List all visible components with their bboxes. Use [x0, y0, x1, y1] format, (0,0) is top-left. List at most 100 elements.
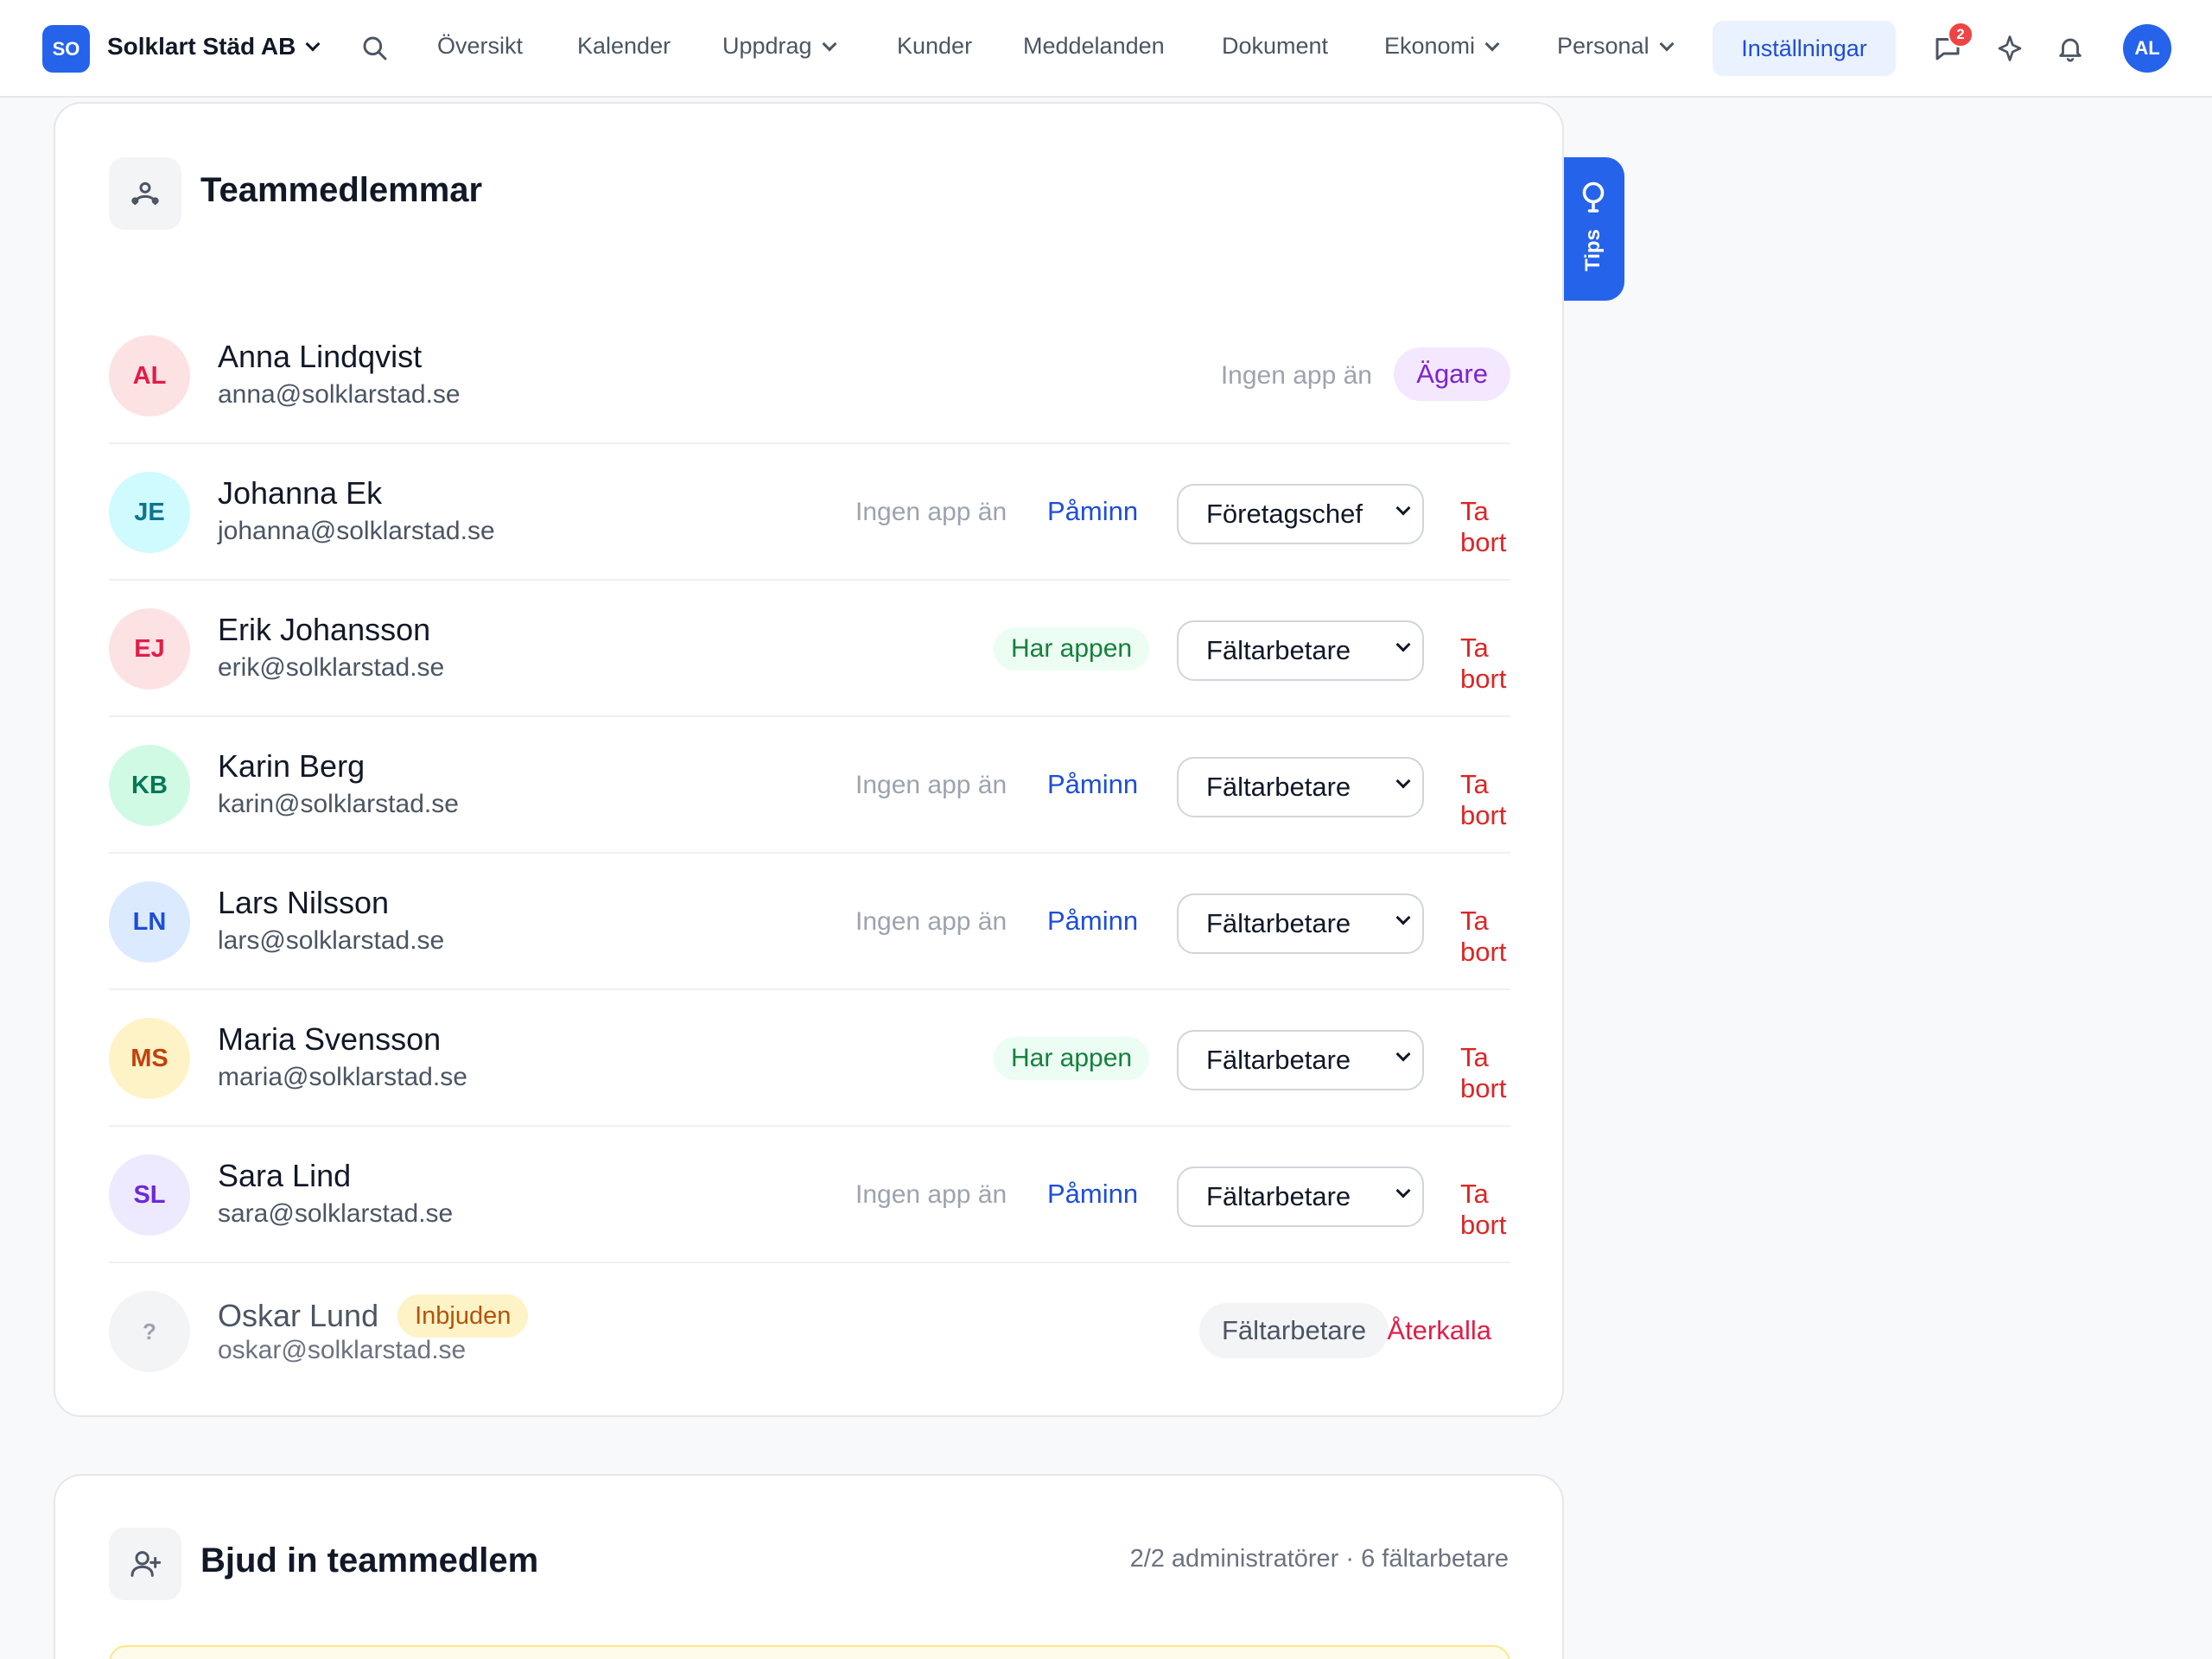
- nav-oversikt[interactable]: Översikt: [437, 33, 523, 60]
- revoke-invite-button[interactable]: Återkalla: [1387, 1315, 1491, 1346]
- member-name-text: Oskar Lund: [218, 1298, 379, 1333]
- invited-badge: Inbjuden: [397, 1294, 529, 1338]
- role-select[interactable]: Fältarbetare: [1177, 1030, 1424, 1090]
- app-status-badge: Har appen: [994, 1037, 1150, 1080]
- chevron-down-icon: [1659, 36, 1675, 51]
- nav-label: Meddelanden: [1023, 33, 1165, 59]
- add-user-icon-box: [109, 1528, 181, 1600]
- remind-button[interactable]: Påminn: [1047, 1179, 1138, 1210]
- member-email: maria@solklarstad.se: [218, 1063, 467, 1091]
- remove-button[interactable]: Ta bort: [1460, 1179, 1510, 1241]
- member-avatar: EJ: [109, 608, 190, 690]
- tips-tab[interactable]: Tips: [1562, 157, 1624, 301]
- team-icon-box: [109, 157, 181, 230]
- app-status: Ingen app än: [855, 1180, 1007, 1209]
- role-select[interactable]: Fältarbetare: [1177, 757, 1424, 817]
- nav-label: Kunder: [897, 33, 973, 59]
- nav-label: Kalender: [577, 33, 671, 59]
- nav-personal[interactable]: Personal: [1557, 33, 1675, 60]
- nav-label: Personal: [1557, 33, 1649, 59]
- chevron-down-icon: [1395, 500, 1411, 516]
- member-row: AL Anna Lindqvist anna@solklarstad.se In…: [109, 308, 1510, 444]
- app-status: Ingen app än: [855, 907, 1007, 936]
- member-avatar: JE: [109, 472, 190, 553]
- team-members-card: Teammedlemmar AL Anna Lindqvist anna@sol…: [54, 102, 1564, 1417]
- nav-installningar[interactable]: Inställningar: [1713, 21, 1896, 76]
- member-name-text: Sara Lind: [218, 1158, 352, 1193]
- remove-button[interactable]: Ta bort: [1460, 632, 1510, 695]
- invite-title: Bjud in teammedlem: [200, 1541, 539, 1580]
- remind-button[interactable]: Påminn: [1047, 769, 1138, 800]
- role-value: Fältarbetare: [1206, 1045, 1351, 1075]
- tips-label: Tips: [1581, 229, 1605, 271]
- member-email: oskar@solklarstad.se: [218, 1336, 467, 1364]
- role-select[interactable]: Företagschef: [1177, 484, 1424, 544]
- chevron-down-icon: [1395, 637, 1411, 652]
- role-select[interactable]: Fältarbetare: [1177, 893, 1424, 954]
- remove-button[interactable]: Ta bort: [1460, 1042, 1510, 1104]
- member-avatar: SL: [109, 1154, 190, 1236]
- role-value: Fältarbetare: [1206, 1181, 1351, 1211]
- member-avatar: ?: [109, 1291, 190, 1372]
- member-row: EJ Erik Johansson erik@solklarstad.se Ha…: [109, 581, 1510, 717]
- message-count-badge: 2: [1948, 22, 1974, 48]
- chevron-down-icon: [1395, 773, 1411, 789]
- seat-usage: 2/2 administratörer · 6 fältarbetare: [1129, 1545, 1509, 1573]
- member-name-text: Johanna Ek: [218, 475, 383, 511]
- member-email: anna@solklarstad.se: [218, 380, 461, 409]
- add-user-icon: [130, 1551, 162, 1577]
- role-select[interactable]: Fältarbetare: [1177, 1166, 1424, 1227]
- role-value: Fältarbetare: [1206, 772, 1351, 802]
- company-logo[interactable]: SO: [42, 25, 90, 73]
- member-name: Sara Lind: [218, 1158, 351, 1194]
- member-avatar: MS: [109, 1018, 190, 1099]
- nav-ekonomi[interactable]: Ekonomi: [1384, 33, 1500, 60]
- remove-button[interactable]: Ta bort: [1460, 496, 1510, 558]
- member-row: SL Sara Lind sara@solklarstad.se Ingen a…: [109, 1127, 1510, 1263]
- remove-button[interactable]: Ta bort: [1460, 906, 1510, 968]
- remove-button[interactable]: Ta bort: [1460, 769, 1510, 831]
- member-email: erik@solklarstad.se: [218, 653, 445, 682]
- remind-button[interactable]: Påminn: [1047, 496, 1138, 527]
- company-name: Solklart Städ AB: [107, 33, 296, 60]
- nav-kalender[interactable]: Kalender: [577, 33, 671, 60]
- chevron-down-icon: [305, 36, 321, 52]
- role-select[interactable]: Fältarbetare: [1177, 620, 1424, 681]
- user-avatar[interactable]: AL: [2123, 24, 2171, 73]
- nav-dokument[interactable]: Dokument: [1222, 33, 1328, 60]
- member-row: KB Karin Berg karin@solklarstad.se Ingen…: [109, 717, 1510, 854]
- app-status: Ingen app än: [855, 498, 1007, 526]
- nav-label: Uppdrag: [722, 33, 812, 59]
- member-email: karin@solklarstad.se: [218, 790, 459, 818]
- notifications-button[interactable]: [2053, 31, 2088, 66]
- nav-label: Inställningar: [1741, 35, 1867, 61]
- nav-kunder[interactable]: Kunder: [897, 33, 972, 60]
- nav-label: Översikt: [437, 33, 524, 59]
- member-name-text: Lars Nilsson: [218, 885, 390, 920]
- nav-uppdrag[interactable]: Uppdrag: [722, 33, 837, 60]
- nav-meddelanden[interactable]: Meddelanden: [1023, 33, 1165, 60]
- chevron-down-icon: [1395, 910, 1411, 925]
- member-name: Johanna Ek: [218, 475, 382, 512]
- member-name: Maria Svensson: [218, 1021, 441, 1058]
- app-status-badge: Har appen: [994, 627, 1150, 671]
- member-name-text: Maria Svensson: [218, 1021, 442, 1057]
- chevron-down-icon: [1484, 36, 1500, 51]
- owner-role-badge: Ägare: [1394, 347, 1510, 401]
- search-icon[interactable]: [361, 35, 389, 62]
- member-email: sara@solklarstad.se: [218, 1199, 454, 1228]
- sparkle-icon: [1998, 35, 2022, 61]
- invite-notice: [109, 1645, 1510, 1659]
- member-avatar: LN: [109, 881, 190, 963]
- chevron-down-icon: [822, 36, 837, 51]
- remind-button[interactable]: Påminn: [1047, 906, 1138, 937]
- nav-label: Ekonomi: [1384, 33, 1476, 59]
- invited-role: Fältarbetare: [1199, 1303, 1389, 1358]
- team-title: Teammedlemmar: [200, 171, 483, 209]
- invite-member-card: Bjud in teammedlem 2/2 administratörer ·…: [54, 1474, 1564, 1659]
- ai-assistant-button[interactable]: [1993, 31, 2027, 66]
- member-row: LN Lars Nilsson lars@solklarstad.se Inge…: [109, 854, 1510, 990]
- lightbulb-icon: [1582, 181, 1605, 213]
- app-status: Ingen app än: [855, 771, 1007, 799]
- company-switcher[interactable]: Solklart Städ AB: [107, 33, 321, 60]
